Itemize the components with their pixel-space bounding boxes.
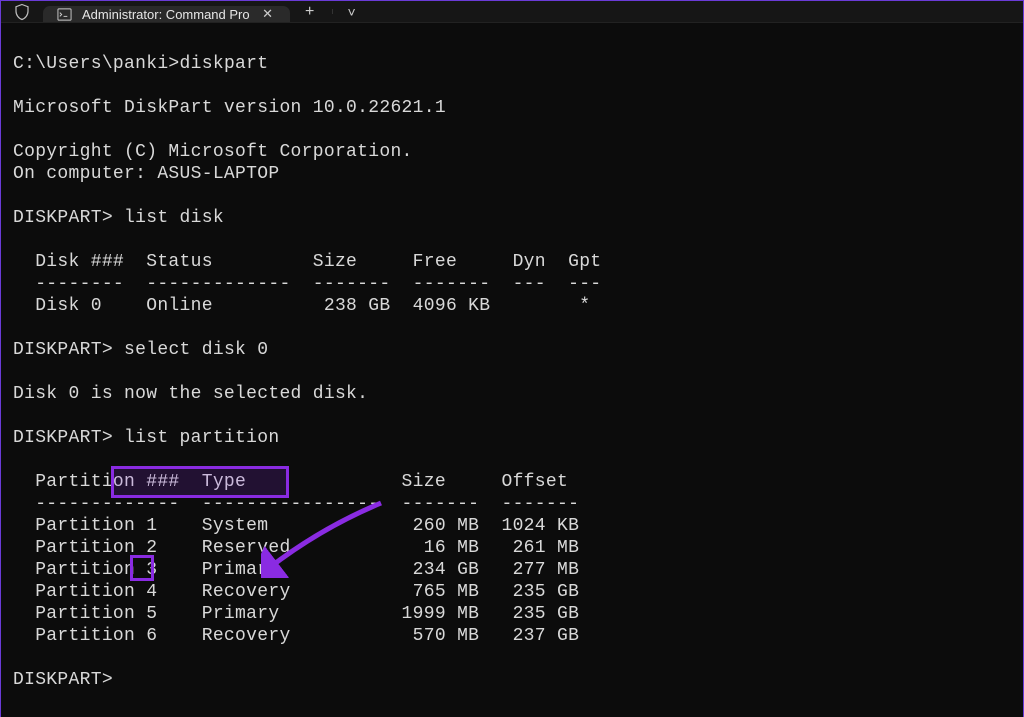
- tab-title: Administrator: Command Pro: [82, 7, 250, 22]
- terminal-output[interactable]: C:\Users\panki>diskpart Microsoft DiskPa…: [1, 23, 1023, 717]
- partition-table-divider: ------------- ---------------- ------- -…: [13, 494, 579, 514]
- version-line: Microsoft DiskPart version 10.0.22621.1: [13, 98, 446, 118]
- partition-table-header: Partition ### Type Size Offset: [13, 472, 568, 492]
- diskpart-prompt: DISKPART>: [13, 428, 113, 448]
- partition-row: Partition 5 Primary 1999 MB 235 GB: [13, 604, 579, 624]
- partition-row: Partition 6 Recovery 570 MB 237 GB: [13, 626, 579, 646]
- cmd-list-disk: list disk: [124, 208, 224, 228]
- close-tab-button[interactable]: ✕: [260, 6, 276, 22]
- cmd-select-disk: select disk 0: [124, 340, 268, 360]
- partition-row: Partition 3 Primary 234 GB 277 MB: [13, 560, 579, 580]
- cmd-list-partition: list partition: [124, 428, 279, 448]
- selected-msg: Disk 0 is now the selected disk.: [13, 384, 368, 404]
- divider: [332, 9, 333, 14]
- copyright-line: Copyright (C) Microsoft Corporation.: [13, 142, 413, 162]
- terminal-icon: [57, 7, 72, 22]
- new-tab-button[interactable]: +: [290, 1, 330, 22]
- diskpart-prompt: DISKPART>: [13, 340, 113, 360]
- partition-row: Partition 4 Recovery 765 MB 235 GB: [13, 582, 579, 602]
- partition-row: Partition 2 Reserved 16 MB 261 MB: [13, 538, 579, 558]
- prompt-path: C:\Users\panki>: [13, 54, 180, 74]
- titlebar: Administrator: Command Pro ✕ + ˅: [1, 1, 1023, 23]
- cmd-diskpart: diskpart: [180, 54, 269, 74]
- diskpart-prompt-final: DISKPART>: [13, 670, 113, 690]
- terminal-window: Administrator: Command Pro ✕ + ˅ C:\User…: [0, 0, 1024, 717]
- tab-active[interactable]: Administrator: Command Pro ✕: [43, 6, 290, 22]
- disk-table-divider: -------- ------------- ------- ------- -…: [13, 274, 601, 294]
- diskpart-prompt: DISKPART>: [13, 208, 113, 228]
- disk-row: Disk 0 Online 238 GB 4096 KB *: [13, 296, 590, 316]
- shield-icon: [1, 1, 43, 22]
- tab-dropdown-button[interactable]: ˅: [335, 1, 369, 22]
- on-computer-line: On computer: ASUS-LAPTOP: [13, 164, 279, 184]
- partition-row: Partition 1 System 260 MB 1024 KB: [13, 516, 579, 536]
- disk-table-header: Disk ### Status Size Free Dyn Gpt: [13, 252, 601, 272]
